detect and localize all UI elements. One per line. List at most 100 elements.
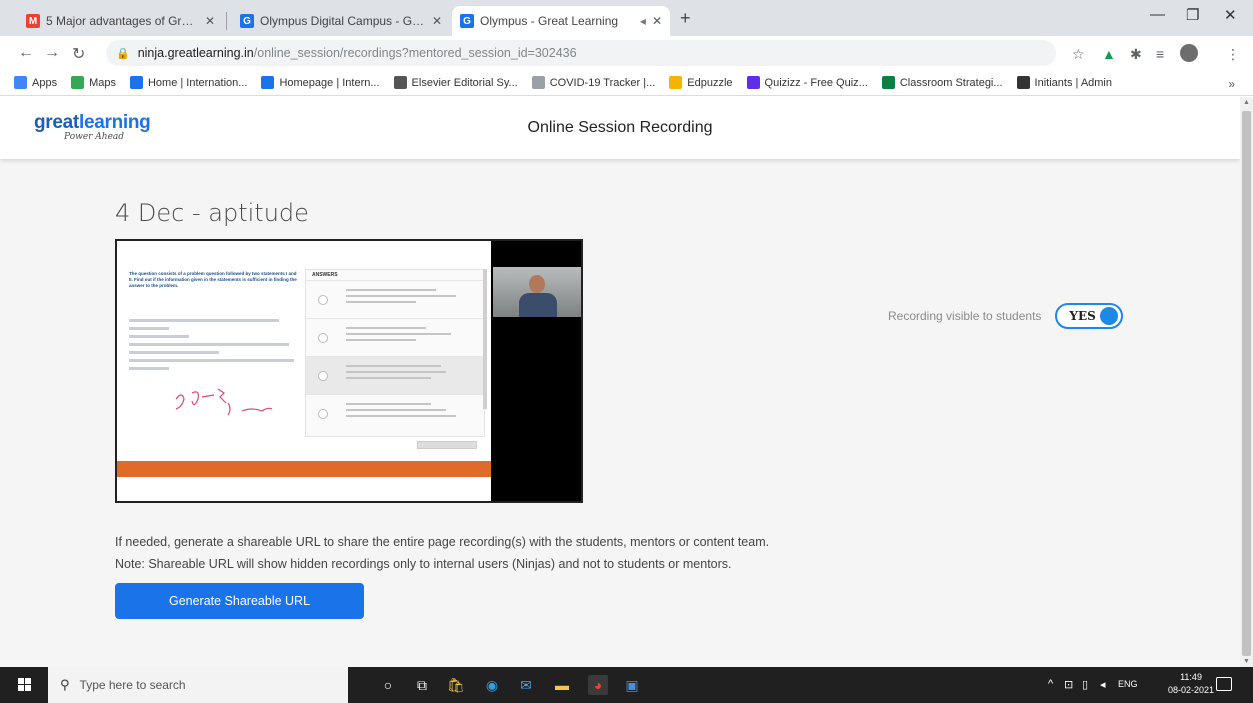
browser-tab-gmail[interactable]: M 5 Major advantages of GreatVH ✕: [18, 6, 223, 36]
extensions-icon[interactable]: ✱: [1130, 46, 1142, 63]
menu-icon[interactable]: ⋮: [1226, 46, 1240, 63]
visibility-toggle[interactable]: YES: [1055, 303, 1124, 329]
tab-label: Olympus Digital Campus - Great: [260, 14, 426, 28]
restore-icon[interactable]: ❐: [1186, 6, 1199, 24]
search-placeholder: Type here to search: [79, 678, 186, 692]
browser-tab-olympus[interactable]: G Olympus - Great Learning ◂ ✕: [452, 6, 670, 36]
bookmark-label: Edpuzzle: [687, 76, 733, 89]
page-header: greatlearning Power Ahead Online Session…: [0, 97, 1240, 159]
scrollbar-thumb[interactable]: [1242, 111, 1251, 656]
clock-time: 11:49: [1180, 672, 1202, 682]
speaker-icon[interactable]: ◂: [1100, 678, 1106, 691]
cortana-icon[interactable]: ○: [378, 675, 398, 695]
gmail-icon: M: [26, 14, 40, 28]
answer-option: [306, 394, 484, 432]
app-icon[interactable]: ▣: [622, 675, 642, 695]
recording-video-player[interactable]: The question consists of a problem quest…: [115, 239, 583, 503]
lock-icon: 🔒: [116, 47, 130, 60]
chrome-icon[interactable]: ◕: [588, 675, 608, 695]
bookmark-label: Apps: [32, 76, 58, 89]
playlist-icon[interactable]: ≡: [1156, 46, 1164, 62]
bookmark-home-internation[interactable]: Home | Internation...: [129, 76, 247, 89]
greatlearning-icon: G: [240, 14, 254, 28]
webcam-feed: [493, 267, 581, 317]
browser-tab-digital-campus[interactable]: G Olympus Digital Campus - Great ✕: [232, 6, 450, 36]
radio-icon: [318, 333, 328, 343]
site-icon: [261, 76, 275, 89]
tab-label: Olympus - Great Learning: [480, 14, 619, 28]
task-view-icon[interactable]: ⧉: [412, 675, 432, 695]
close-icon[interactable]: ✕: [652, 14, 662, 28]
pen-annotation: [175, 388, 273, 416]
bookmark-elsevier[interactable]: Elsevier Editorial Sy...: [393, 76, 518, 89]
edge-icon[interactable]: ◉: [482, 675, 502, 695]
bookmark-edpuzzle[interactable]: Edpuzzle: [669, 76, 733, 89]
address-bar[interactable]: 🔒 ninja.greatlearning.in /online_session…: [106, 40, 1056, 66]
scroll-down-icon[interactable]: ▼: [1243, 658, 1250, 665]
forward-icon[interactable]: →: [44, 44, 60, 62]
page-scrollbar[interactable]: ▲ ▼: [1240, 97, 1253, 667]
bookmark-initiants[interactable]: Initiants | Admin: [1016, 76, 1112, 89]
profile-avatar[interactable]: [1180, 44, 1198, 62]
bookmark-homepage-intern[interactable]: Homepage | Intern...: [261, 76, 380, 89]
radio-icon: [318, 295, 328, 305]
greatlearning-icon: G: [460, 14, 474, 28]
slide-answers-panel: ANSWERS: [305, 269, 485, 437]
windows-taskbar: ⚲ Type here to search ○ ⧉ 🛍 ◉ ✉ ▬ ◕ ▣ ^ …: [0, 667, 1253, 703]
browser-toolbar: ← → ↻ 🔒 ninja.greatlearning.in /online_s…: [0, 36, 1253, 70]
minimize-icon[interactable]: —: [1150, 6, 1165, 23]
maps-icon: [71, 76, 85, 89]
session-title: 4 Dec - aptitude: [115, 199, 309, 227]
bookmark-star-icon[interactable]: ☆: [1072, 46, 1085, 63]
edpuzzle-icon: [669, 76, 683, 89]
close-icon[interactable]: ✕: [432, 14, 442, 28]
taskbar-clock[interactable]: 11:49 08-02-2021: [1168, 671, 1214, 697]
bookmark-label: Maps: [89, 76, 116, 89]
windows-start-icon[interactable]: [18, 678, 32, 692]
bookmark-label: Quizizz - Free Quiz...: [764, 76, 868, 89]
tab-separator: [226, 12, 227, 30]
radio-icon: [318, 371, 328, 381]
store-icon[interactable]: 🛍: [446, 675, 466, 695]
network-icon[interactable]: ⊡: [1064, 678, 1073, 691]
tray-chevron-icon[interactable]: ^: [1048, 678, 1053, 690]
presenter-body: [519, 293, 557, 317]
back-icon[interactable]: ←: [18, 44, 34, 62]
site-icon: [1016, 76, 1030, 89]
file-explorer-icon[interactable]: ▬: [552, 675, 572, 695]
drive-extension-icon[interactable]: ▲: [1102, 46, 1116, 62]
answers-header: ANSWERS: [312, 272, 338, 278]
site-icon: [129, 76, 143, 89]
globe-icon: [531, 76, 545, 89]
visibility-label: Recording visible to students: [888, 309, 1042, 323]
page: greatlearning Power Ahead Online Session…: [0, 97, 1240, 667]
search-icon: ⚲: [60, 677, 70, 692]
bookmarks-overflow[interactable]: »: [1228, 77, 1235, 91]
toggle-value: YES: [1069, 309, 1096, 323]
bookmark-label: Homepage | Intern...: [279, 76, 380, 89]
battery-icon[interactable]: ▯: [1082, 678, 1088, 691]
apps-grid-icon: [14, 76, 27, 89]
answer-option: [306, 280, 484, 318]
taskbar-search-box[interactable]: ⚲ Type here to search: [48, 667, 348, 703]
bookmark-maps[interactable]: Maps: [71, 76, 116, 89]
share-note-text: Note: Shareable URL will show hidden rec…: [115, 557, 732, 571]
scroll-up-icon[interactable]: ▲: [1243, 99, 1250, 106]
close-icon[interactable]: ✕: [205, 14, 215, 28]
bookmark-quizizz[interactable]: Quizizz - Free Quiz...: [746, 76, 868, 89]
bookmark-covid-tracker[interactable]: COVID-19 Tracker |...: [531, 76, 655, 89]
bookmark-label: Classroom Strategi...: [899, 76, 1003, 89]
mail-icon[interactable]: ✉: [516, 675, 536, 695]
notification-icon[interactable]: [1216, 677, 1232, 691]
url-host: ninja.greatlearning.in: [137, 46, 254, 60]
reload-icon[interactable]: ↻: [72, 44, 85, 64]
close-window-icon[interactable]: ✕: [1224, 6, 1237, 24]
slide-footer-bar: [117, 461, 491, 477]
bookmark-apps[interactable]: Apps: [14, 76, 57, 89]
answer-option-selected: [306, 356, 484, 394]
generate-shareable-url-button[interactable]: Generate Shareable URL: [115, 583, 364, 619]
language-indicator[interactable]: ENG: [1118, 679, 1138, 689]
audio-icon[interactable]: ◂: [640, 14, 646, 28]
bookmark-classroom-strategies[interactable]: Classroom Strategi...: [881, 76, 1003, 89]
new-tab-button[interactable]: +: [680, 8, 691, 29]
